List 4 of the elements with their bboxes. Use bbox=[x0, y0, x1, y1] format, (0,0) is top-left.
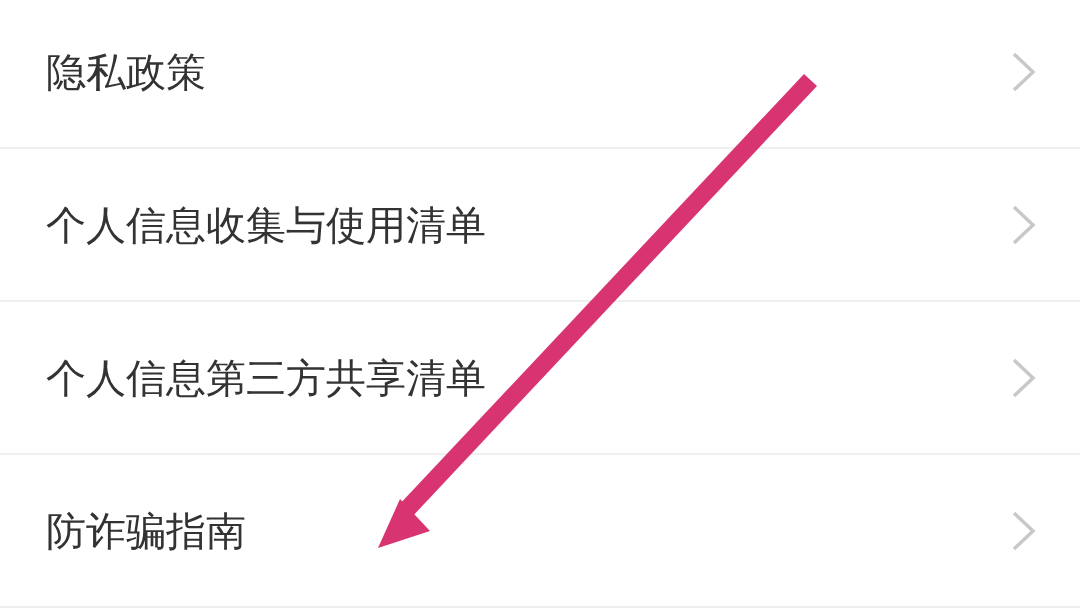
chevron-right-icon bbox=[1012, 357, 1036, 398]
chevron-right-icon bbox=[1012, 204, 1036, 245]
chevron-right-icon bbox=[1012, 510, 1036, 551]
chevron-right-icon bbox=[1012, 51, 1036, 92]
